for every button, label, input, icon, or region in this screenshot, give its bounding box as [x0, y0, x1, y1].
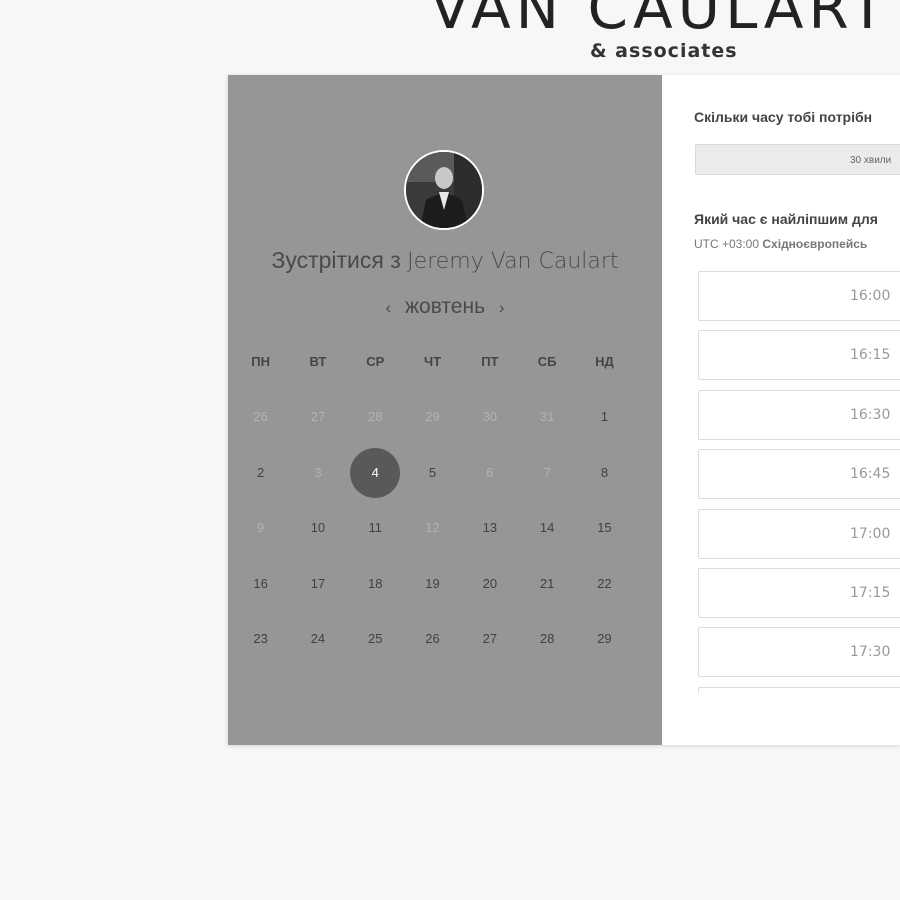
calendar-day[interactable]: 28 [347, 394, 404, 440]
calendar-day[interactable]: 22 [576, 561, 633, 607]
calendar-week-row: 23 4 5678 [232, 447, 660, 498]
calendar-day[interactable]: 6 [461, 450, 518, 496]
weekday-label: ЧТ [424, 354, 442, 369]
weekday-label: ПН [251, 354, 271, 369]
calendar-day[interactable]: 11 [347, 505, 404, 551]
calendar-day[interactable]: 15 [576, 505, 633, 551]
timezone-label: UTC +03:00 Східноєвропейсь [694, 237, 867, 251]
calendar-day[interactable]: 23 [232, 616, 289, 662]
next-month-icon[interactable]: › [491, 298, 513, 317]
calendar-day[interactable]: 2 [232, 450, 289, 496]
brand-logo-subtitle: & associates [590, 40, 738, 62]
calendar-day[interactable]: 13 [461, 505, 518, 551]
host-photo [406, 152, 482, 228]
host-name: Jeremy Van Caulart [407, 249, 619, 274]
calendar-day[interactable]: 8 [576, 450, 633, 496]
calendar-day[interactable]: 18 [347, 561, 404, 607]
time-slot-button[interactable]: 16:15 [698, 330, 900, 381]
calendar-day[interactable]: 1 [576, 394, 633, 440]
calendar-day[interactable]: 26 [232, 394, 289, 440]
booking-panel: Скільки часу тобі потрібн 30 хвили Який … [662, 75, 900, 745]
weekday-label: ПТ [481, 354, 499, 369]
host-avatar [404, 150, 484, 230]
calendar-week-row: 16 17 18 19 20 21 22 [232, 561, 660, 607]
weekday-label: ВТ [309, 354, 327, 369]
calendar-day[interactable]: 27 [289, 394, 346, 440]
calendar-day[interactable]: 16 [232, 561, 289, 607]
meeting-title: Зустрітися з Jeremy Van Caulart [228, 247, 662, 274]
timezone-offset: UTC +03:00 [694, 237, 760, 251]
calendar-day[interactable]: 12 [404, 505, 461, 551]
time-slot-button[interactable]: 17:30 [698, 627, 900, 678]
calendar-week-row: 9 10 11 12 13 14 15 [232, 505, 660, 551]
prev-month-icon[interactable]: ‹ [377, 298, 399, 317]
weekday-label: СР [366, 354, 385, 369]
meet-prefix: Зустрітися з [271, 247, 401, 273]
calendar-day[interactable]: 5 [404, 450, 461, 496]
time-slot-list: 16:00 16:15 16:30 16:45 17:00 17:15 17:30 [698, 271, 900, 693]
calendar-day[interactable]: 27 [461, 616, 518, 662]
calendar-day[interactable]: 29 [404, 394, 461, 440]
calendar-day[interactable]: 21 [518, 561, 575, 607]
calendar-day[interactable]: 29 [576, 616, 633, 662]
weekday-header: ПН ВТ СР ЧТ ПТ СБ НД [232, 354, 660, 369]
calendar-day[interactable]: 25 [347, 616, 404, 662]
time-question: Який час є найліпшим для [694, 211, 878, 227]
calendar-day[interactable]: 14 [518, 505, 575, 551]
brand-logo-title: VAN CAULART [430, 0, 890, 42]
weekday-label: СБ [537, 354, 557, 369]
month-label: жовтень [404, 295, 486, 318]
calendar-day[interactable]: 20 [461, 561, 518, 607]
time-slot-button[interactable]: 16:30 [698, 389, 900, 440]
duration-select[interactable]: 30 хвили [695, 144, 900, 175]
calendar-day[interactable]: 7 [518, 450, 575, 496]
timezone-name: Східноєвропейсь [762, 237, 868, 251]
time-slot-button[interactable] [698, 686, 900, 693]
calendar-day[interactable]: 3 [289, 450, 346, 496]
calendar-day[interactable]: 17 [289, 561, 346, 607]
time-slot-button[interactable]: 17:15 [698, 568, 900, 618]
time-slot-button[interactable]: 16:00 [698, 271, 900, 321]
weekday-label: НД [595, 354, 614, 369]
time-slot-button[interactable]: 17:00 [698, 508, 900, 559]
calendar-day[interactable]: 24 [289, 616, 346, 662]
calendar-day[interactable]: 28 [518, 616, 575, 662]
booking-card: Зустрітися з Jeremy Van Caulart ‹ жовтен… [228, 75, 900, 745]
time-slot-button[interactable]: 16:45 [698, 449, 900, 500]
calendar-week-row: 23 24 25 26 27 28 29 [232, 616, 660, 662]
calendar-day[interactable]: 31 [518, 394, 575, 440]
duration-question: Скільки часу тобі потрібн [694, 109, 873, 125]
calendar-day[interactable]: 9 [232, 505, 289, 551]
calendar-day[interactable]: 26 [404, 616, 461, 662]
month-navigation: ‹ жовтень › [228, 295, 662, 319]
calendar-panel: Зустрітися з Jeremy Van Caulart ‹ жовтен… [228, 75, 662, 745]
calendar-day[interactable]: 10 [289, 505, 346, 551]
calendar-day[interactable]: 19 [404, 561, 461, 607]
calendar-day[interactable]: 30 [461, 394, 518, 440]
calendar-day-selected[interactable]: 4 [347, 447, 404, 498]
day-number: 4 [371, 464, 379, 480]
calendar-week-row: 26 27 28 29 30 31 1 [232, 394, 660, 440]
